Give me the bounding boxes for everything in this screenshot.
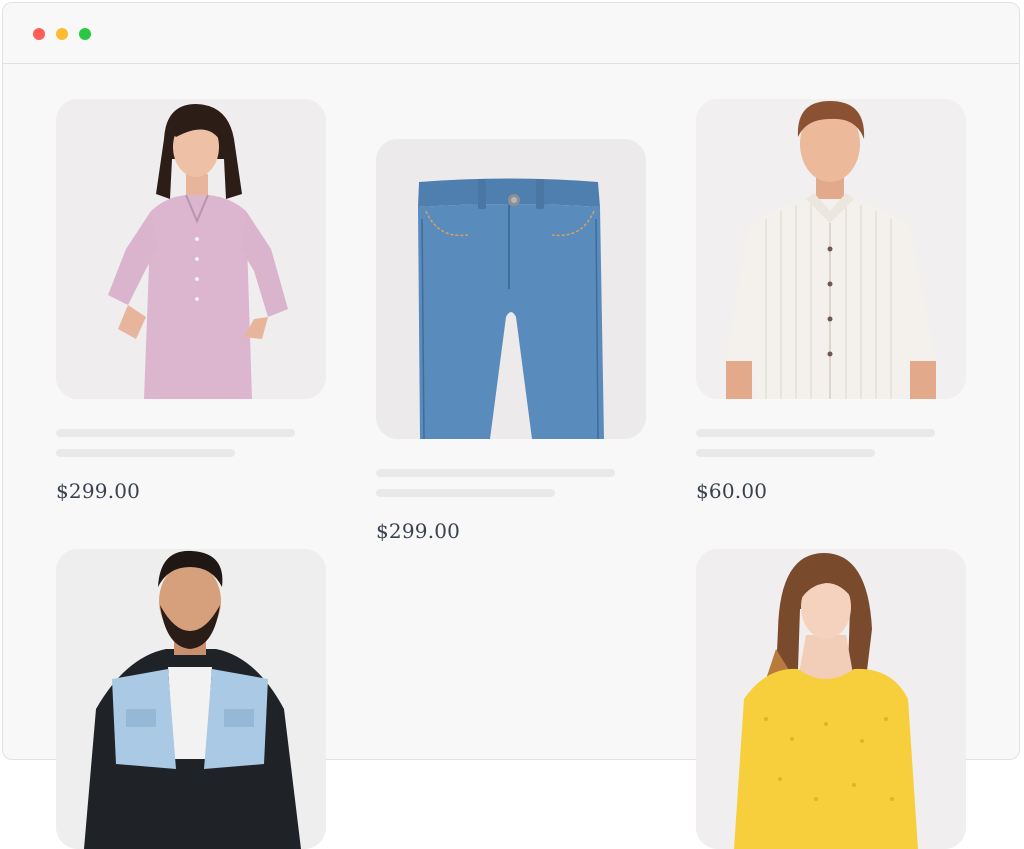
title-placeholder <box>56 429 295 437</box>
product-price: $299.00 <box>376 519 461 543</box>
product-card[interactable]: $299.00 <box>56 99 326 503</box>
product-card[interactable]: $60.00 <box>696 99 966 503</box>
product-card[interactable] <box>56 549 326 849</box>
woman-pink-kurta-illustration <box>56 99 326 399</box>
product-image[interactable] <box>376 139 646 439</box>
product-image[interactable] <box>56 549 326 849</box>
minimize-dot-icon[interactable] <box>56 28 68 40</box>
man-denim-vest-illustration <box>56 549 326 849</box>
man-white-shirt-illustration <box>696 99 966 399</box>
product-card[interactable] <box>696 549 966 849</box>
product-price: $299.00 <box>56 479 141 503</box>
woman-yellow-top-illustration <box>696 549 966 849</box>
product-price: $60.00 <box>696 479 768 503</box>
product-image[interactable] <box>696 549 966 849</box>
title-placeholder <box>696 429 935 437</box>
subtitle-placeholder <box>696 449 875 457</box>
product-card[interactable]: $299.00 <box>376 139 646 543</box>
product-image[interactable] <box>696 99 966 399</box>
subtitle-placeholder <box>376 489 555 497</box>
product-image[interactable] <box>56 99 326 399</box>
close-dot-icon[interactable] <box>33 28 45 40</box>
subtitle-placeholder <box>56 449 235 457</box>
window-titlebar <box>3 3 1019 64</box>
maximize-dot-icon[interactable] <box>79 28 91 40</box>
denim-jeans-illustration <box>376 139 646 439</box>
title-placeholder <box>376 469 615 477</box>
